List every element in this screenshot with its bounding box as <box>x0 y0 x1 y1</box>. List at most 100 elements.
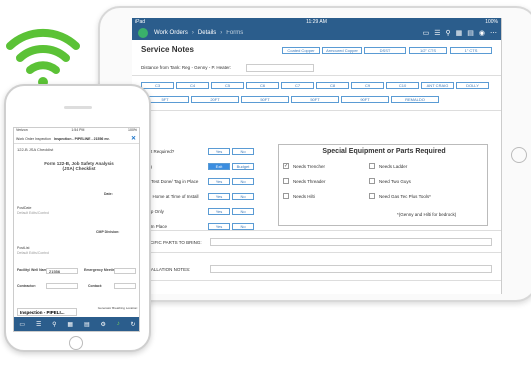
size-button[interactable]: C3 <box>141 82 174 89</box>
section-title: Service Notes <box>141 45 194 54</box>
distance-field[interactable] <box>246 64 314 72</box>
service-notes-form: Service Notes Coated Copper Armoured Copp… <box>132 40 501 294</box>
yes-button[interactable]: Yes <box>208 208 230 215</box>
size-button[interactable]: C10 <box>386 82 419 89</box>
distance-label: Distance from Tank: Reg - Genny - P. Hea… <box>141 65 232 70</box>
status-carrier: iPad <box>135 19 146 25</box>
length-button[interactable]: 50FT <box>291 96 339 103</box>
app-logo-icon <box>138 28 148 38</box>
yes-button[interactable]: Yes <box>208 178 230 185</box>
material-tab[interactable]: DSST <box>364 47 406 54</box>
chevron-right-icon: › <box>191 30 194 36</box>
postlist-hint: Default Edits/Control <box>17 251 50 255</box>
parts-field[interactable] <box>210 238 492 246</box>
calendar-icon[interactable]: ▤ <box>467 29 474 37</box>
date-label: Date: <box>104 192 113 196</box>
status-time: 11:29 AM <box>306 19 327 25</box>
equipment-item-label: Needs Threader <box>293 179 326 184</box>
checkbox[interactable]: ✓ <box>283 163 289 169</box>
tablet-screen: iPad 11:29 AM 100% Work Orders › Details… <box>132 18 502 294</box>
list-icon[interactable]: ☰ <box>36 321 41 328</box>
chat-icon[interactable]: ▭ <box>19 321 25 328</box>
material-tab[interactable]: Coated Copper <box>282 47 320 54</box>
divider <box>132 280 501 281</box>
facility-field[interactable]: 21556 <box>46 268 78 274</box>
postdate-label: PostDate <box>17 206 32 210</box>
divider <box>132 252 501 253</box>
emergency-field[interactable] <box>114 268 136 274</box>
yes-button[interactable]: Yes <box>208 193 230 200</box>
tablet-nav-bar: Work Orders › Details › Forms ▭ ☰ ⚲ ▦ ▤ … <box>132 26 501 40</box>
length-button[interactable]: 90FT <box>341 96 389 103</box>
cmp-label: CMP Division: <box>96 230 120 234</box>
phone-toolbar: ▭ ☰ ⚲ ▦ ▤ ⚙ ♪ ↻ <box>14 317 139 331</box>
camera-icon[interactable]: ◉ <box>479 29 485 37</box>
length-button[interactable]: REMALDO <box>391 96 439 103</box>
chevron-right-icon: › <box>220 30 223 36</box>
chat-icon[interactable]: ▭ <box>423 29 430 37</box>
equipment-note: *(Genny and Hilti for bedrock) <box>397 212 457 217</box>
size-button[interactable]: C6 <box>246 82 279 89</box>
gear-icon[interactable]: ⚙ <box>100 321 105 328</box>
checkbox[interactable] <box>283 178 289 184</box>
no-button[interactable]: No <box>232 223 254 230</box>
equipment-item-label: Needs Hilti <box>293 194 315 199</box>
no-button[interactable]: No <box>232 148 254 155</box>
inspection-field[interactable]: Inspection - PIPELI... <box>17 308 77 316</box>
material-tab[interactable]: Armoured Copper <box>322 47 362 54</box>
breadcrumb-forms: Forms <box>226 30 244 36</box>
refresh-icon[interactable]: ↻ <box>131 321 136 328</box>
checkbox[interactable] <box>369 163 375 169</box>
breadcrumb-details[interactable]: Details <box>198 30 216 36</box>
length-button[interactable]: 50FT <box>241 96 289 103</box>
map-pin-icon[interactable]: ⚲ <box>52 321 56 328</box>
yes-button[interactable]: Yes <box>208 148 230 155</box>
contact-field[interactable] <box>114 283 136 289</box>
bell-icon[interactable]: ♪ <box>117 321 120 327</box>
special-equipment-panel: Special Equipment or Parts Required ✓ Nee… <box>278 144 488 226</box>
contractor-field[interactable] <box>46 283 78 289</box>
no-button[interactable]: Budget <box>232 163 254 170</box>
equipment-item-label: Needs Ladder <box>379 164 408 169</box>
form-subtitle: 122-B JSA Checklist <box>17 147 54 152</box>
status-battery: 100% <box>485 19 498 25</box>
grid-icon[interactable]: ▦ <box>67 321 73 328</box>
wifi-icon <box>6 28 80 87</box>
size-button[interactable]: DOLLY <box>456 82 489 89</box>
material-tab[interactable]: 1" CTS <box>450 47 492 54</box>
divider <box>132 230 501 231</box>
checkbox[interactable] <box>369 178 375 184</box>
more-icon[interactable]: ⋯ <box>490 29 497 37</box>
size-button[interactable]: C5 <box>211 82 244 89</box>
checkbox[interactable] <box>369 193 375 199</box>
no-button[interactable]: No <box>232 208 254 215</box>
size-button[interactable]: C4 <box>176 82 209 89</box>
breadcrumb-work-orders[interactable]: Work Orders <box>154 30 188 36</box>
size-button[interactable]: ANT CRAIG <box>421 82 454 89</box>
size-button[interactable]: C8 <box>316 82 349 89</box>
material-tab[interactable]: 1/2" CTS <box>409 47 447 54</box>
equipment-item-label: Needs Trencher <box>293 164 326 169</box>
grid-icon[interactable]: ▦ <box>456 29 463 37</box>
close-icon[interactable]: ✕ <box>131 135 136 142</box>
tablet-home-button <box>511 147 527 163</box>
size-button[interactable]: C7 <box>281 82 314 89</box>
calendar-icon[interactable]: ▤ <box>84 321 90 328</box>
phone-screen: Verizon 1:54 PM 100% Work Order Inspecti… <box>13 127 140 332</box>
map-pin-icon[interactable]: ⚲ <box>446 29 451 37</box>
no-button[interactable]: No <box>232 178 254 185</box>
checkbox[interactable] <box>283 193 289 199</box>
yes-button[interactable]: Exit <box>208 163 230 170</box>
postlist-label: PostList <box>17 246 30 250</box>
back-button[interactable]: Work Order Inspection <box>16 137 51 141</box>
contractor-label: Contractor: <box>17 284 37 288</box>
list-icon[interactable]: ☰ <box>434 29 440 37</box>
size-button[interactable]: C9 <box>351 82 384 89</box>
install-notes-field[interactable] <box>210 265 492 273</box>
equipment-item-label: Need Gas Tec Plus Tools* <box>379 194 431 199</box>
yes-button[interactable]: Yes <box>208 223 230 230</box>
no-button[interactable]: No <box>232 193 254 200</box>
nav-title: Inspection - PIPELINE - 21556 mr. <box>53 136 110 141</box>
length-button[interactable]: 20FT <box>191 96 239 103</box>
contact-label: Contact: <box>88 284 103 288</box>
